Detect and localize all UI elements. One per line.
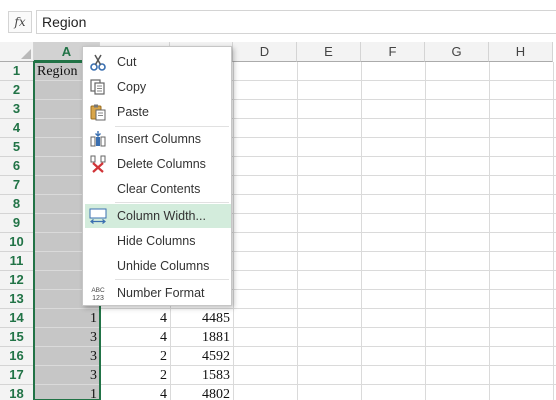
menu-item-label: Clear Contents <box>117 182 201 196</box>
row-header[interactable]: 5 <box>0 138 34 157</box>
menu-item-insert-columns[interactable]: Insert Columns <box>85 127 231 151</box>
row-header[interactable]: 16 <box>0 347 34 366</box>
menu-item-unhide-columns[interactable]: Unhide Columns <box>85 254 231 278</box>
number-format-icon: ABC 123 <box>89 284 107 302</box>
row-header[interactable]: 17 <box>0 366 34 385</box>
row-header[interactable]: 14 <box>0 309 34 328</box>
grid-line <box>361 62 362 400</box>
scissors-icon <box>89 53 107 71</box>
formula-bar: fx Region <box>0 0 556 42</box>
row-header[interactable]: 15 <box>0 328 34 347</box>
select-all-icon <box>21 49 31 59</box>
menu-item-label: Unhide Columns <box>117 259 210 273</box>
cell-c17[interactable]: 1583 <box>170 366 233 385</box>
cell-b17[interactable]: 2 <box>100 366 170 385</box>
grid-line <box>297 62 298 400</box>
column-header-h[interactable]: H <box>489 42 553 62</box>
select-all-button[interactable] <box>0 42 34 62</box>
menu-item-label: Cut <box>117 55 137 69</box>
context-menu: Cut Copy Paste Insert Columns Delete Col… <box>82 46 232 306</box>
menu-item-label: Copy <box>117 80 147 94</box>
cell-c15[interactable]: 1881 <box>170 328 233 347</box>
menu-item-cut[interactable]: Cut <box>85 50 231 74</box>
menu-item-number-format[interactable]: ABC 123 Number Format <box>85 281 231 305</box>
insert-columns-icon <box>89 130 107 148</box>
row-header[interactable]: 6 <box>0 157 34 176</box>
row-header[interactable]: 13 <box>0 290 34 309</box>
column-header-g[interactable]: G <box>425 42 489 62</box>
insert-function-button[interactable]: fx <box>8 11 32 33</box>
grid-line <box>233 62 234 400</box>
copy-icon <box>89 78 107 96</box>
row-header[interactable]: 9 <box>0 214 34 233</box>
row-header[interactable]: 4 <box>0 119 34 138</box>
row-header[interactable]: 11 <box>0 252 34 271</box>
menu-item-label: Column Width... <box>117 209 206 223</box>
menu-item-paste[interactable]: Paste <box>85 100 231 124</box>
column-header-f[interactable]: F <box>361 42 425 62</box>
formula-input[interactable]: Region <box>36 10 556 34</box>
menu-item-hide-columns[interactable]: Hide Columns <box>85 229 231 253</box>
menu-item-label: Hide Columns <box>117 234 196 248</box>
menu-separator <box>115 279 229 280</box>
delete-columns-icon <box>89 155 107 173</box>
paste-icon <box>89 103 107 121</box>
menu-separator <box>115 202 229 203</box>
menu-item-label: Paste <box>117 105 149 119</box>
menu-item-label: Delete Columns <box>117 157 206 171</box>
menu-item-column-width[interactable]: Column Width... <box>85 204 231 228</box>
grid-line <box>489 62 490 400</box>
menu-item-delete-columns[interactable]: Delete Columns <box>85 152 231 176</box>
cell-c16[interactable]: 4592 <box>170 347 233 366</box>
menu-item-copy[interactable]: Copy <box>85 75 231 99</box>
row-header[interactable]: 12 <box>0 271 34 290</box>
grid-line <box>425 62 426 400</box>
cell-b14[interactable]: 4 <box>100 309 170 328</box>
cell-c18[interactable]: 4802 <box>170 385 233 400</box>
column-width-icon <box>89 207 107 225</box>
cell-b18[interactable]: 4 <box>100 385 170 400</box>
column-header-e[interactable]: E <box>297 42 361 62</box>
menu-item-label: Insert Columns <box>117 132 202 146</box>
number-format-icon-text-top: ABC <box>91 287 105 294</box>
row-header[interactable]: 7 <box>0 176 34 195</box>
row-header[interactable]: 2 <box>0 81 34 100</box>
column-header-d[interactable]: D <box>233 42 297 62</box>
row-header[interactable]: 10 <box>0 233 34 252</box>
cell-c14[interactable]: 4485 <box>170 309 233 328</box>
cell-b15[interactable]: 4 <box>100 328 170 347</box>
grid-line <box>553 62 554 400</box>
number-format-icon-text-bottom: 123 <box>92 295 104 302</box>
row-header[interactable]: 3 <box>0 100 34 119</box>
cell-b16[interactable]: 2 <box>100 347 170 366</box>
row-header[interactable]: 8 <box>0 195 34 214</box>
row-header[interactable]: 18 <box>0 385 34 400</box>
menu-item-label: Number Format <box>117 286 205 300</box>
menu-item-clear-contents[interactable]: Clear Contents <box>85 177 231 201</box>
row-header[interactable]: 1 <box>0 62 34 81</box>
